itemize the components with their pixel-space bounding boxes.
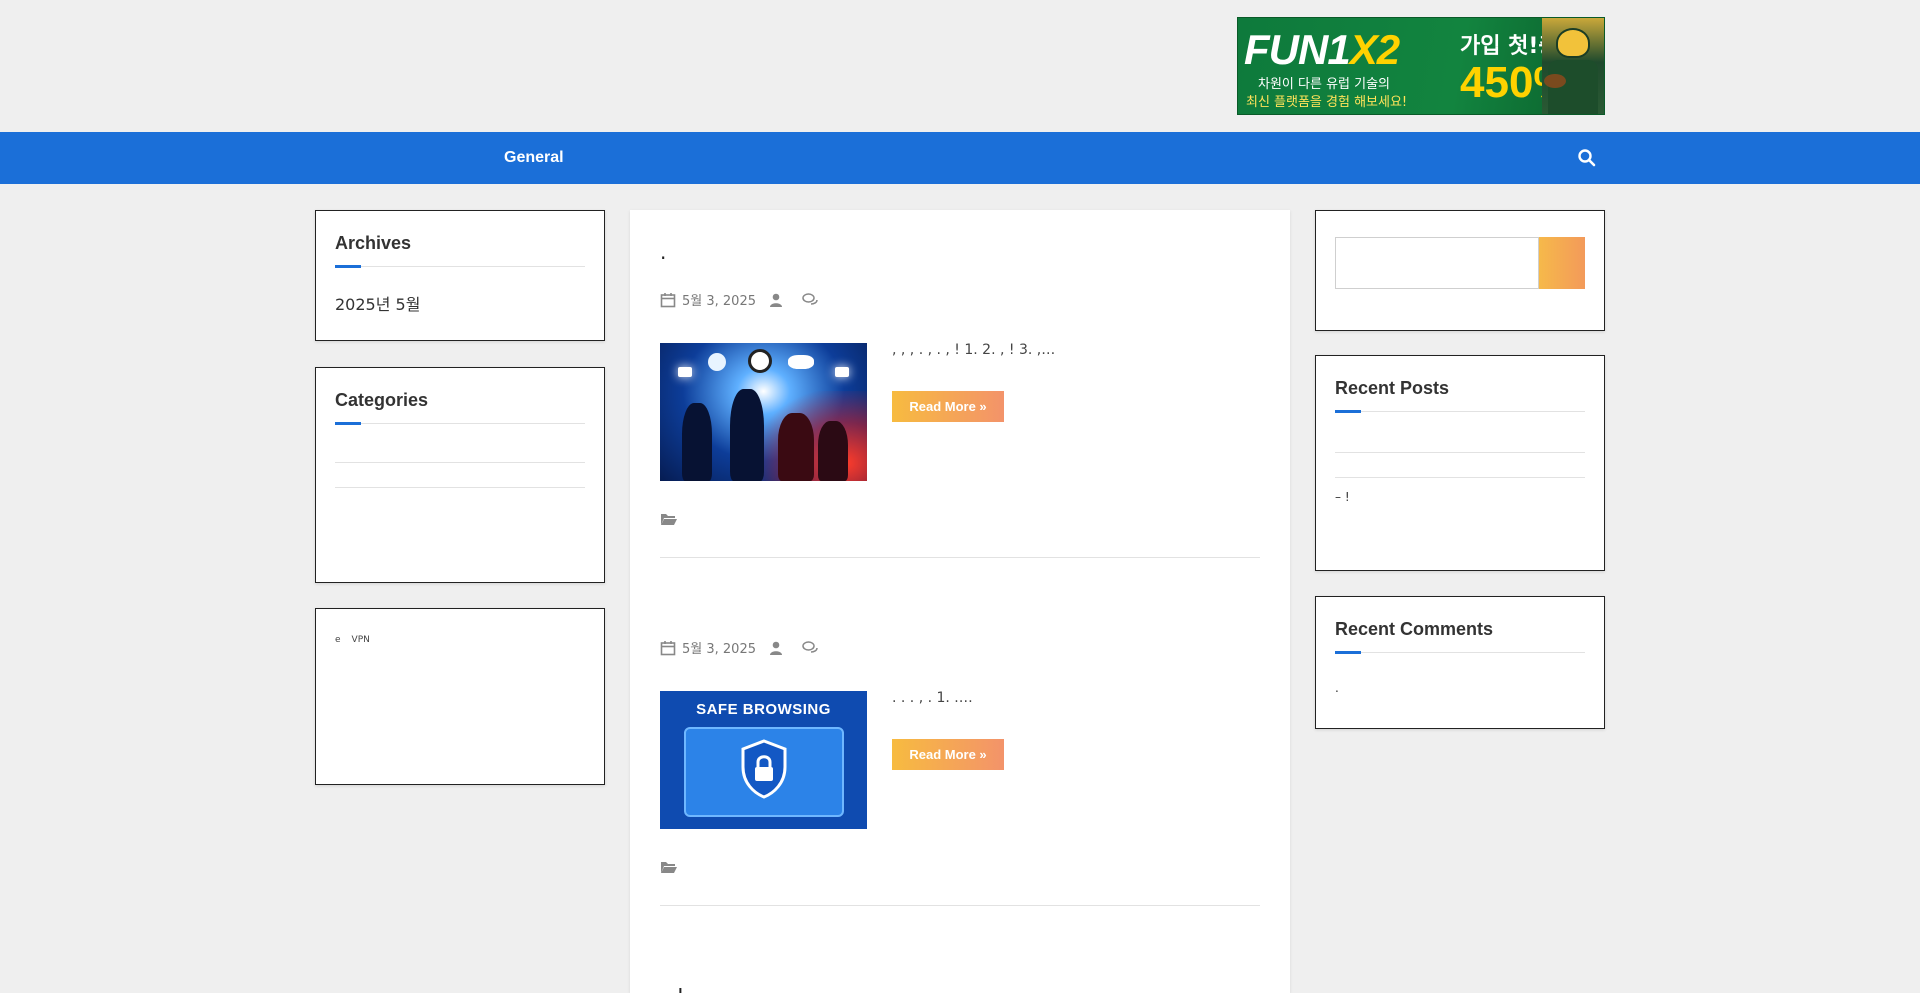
categories-widget: Categories [315, 367, 605, 583]
post-article: 5월 3, 2025 SAFE BROWSING . . . , . 1. .…… [660, 618, 1260, 906]
user-icon [769, 641, 782, 655]
recent-post-link[interactable] [1335, 453, 1585, 478]
player-silhouette [818, 421, 848, 481]
search-button[interactable] [1539, 237, 1585, 289]
banner-brand-suffix: X2 [1349, 26, 1400, 73]
recent-posts-widget: Recent Posts – ! [1315, 355, 1605, 571]
banner-line-1: 차원이 다른 유럽 기술의 [1258, 77, 1390, 92]
category-link[interactable] [335, 463, 585, 488]
banner-brand-prefix: FUN1 [1244, 26, 1351, 73]
post-meta: 5월 3, 2025 [660, 638, 1260, 657]
recent-comments-title: Recent Comments [1335, 619, 1585, 654]
helmet-shape [1556, 28, 1590, 58]
folder-icon [661, 862, 677, 873]
recent-comments-widget: Recent Comments . [1315, 596, 1605, 729]
post-date[interactable]: 5월 3, 2025 [682, 638, 756, 657]
shield-lock-icon [741, 739, 787, 799]
thumbnail-label: SAFE BROWSING [696, 701, 831, 718]
player-silhouette [730, 389, 764, 481]
tag-cloud-widget: e VPN [315, 608, 605, 785]
calendar-icon [660, 292, 676, 307]
post-thumbnail[interactable] [660, 343, 867, 481]
post-excerpt: . . . , . 1. .… [892, 690, 973, 706]
no-comments-text: . [1335, 681, 1339, 695]
post-article: – ! [660, 984, 1260, 993]
search-input[interactable] [1335, 237, 1539, 289]
post-text: , , , . , . , ! 1. 2. , ! 3. ,… Read Mor… [892, 335, 1258, 481]
categories-list [335, 438, 585, 512]
category-link[interactable] [335, 488, 585, 512]
ball-shape [708, 353, 726, 371]
post-title[interactable]: · [660, 246, 1260, 270]
search-widget [1315, 210, 1605, 331]
tag-cloud: e VPN [335, 633, 585, 675]
stadium-light-shape [835, 367, 849, 377]
tag-link[interactable]: VPN [352, 633, 370, 647]
calendar-icon [660, 640, 676, 655]
site-header: FUN1X2 가입 첫!충 450% 차원이 다른 유럽 기술의 최신 플랫폼을… [0, 0, 1920, 132]
post-article: · 5월 3, 2025 , , , . , . , ! 1. 2. , ! 3… [660, 246, 1260, 558]
post-body: SAFE BROWSING . . . , . 1. .… Read More … [660, 683, 1260, 829]
post-category-row [660, 511, 1260, 558]
search-row [1335, 237, 1585, 289]
stadium-light-shape [678, 367, 692, 377]
search-icon[interactable] [1577, 148, 1597, 168]
archives-title: Archives [335, 233, 585, 268]
post-body: , , , . , . , ! 1. 2. , ! 3. ,… Read Mor… [660, 335, 1260, 481]
recent-post-link[interactable] [1335, 428, 1585, 453]
banner-player-image [1542, 18, 1604, 114]
nav-items: General [315, 132, 573, 184]
category-link[interactable] [335, 438, 585, 463]
categories-title: Categories [335, 390, 585, 425]
player-silhouette [778, 413, 814, 481]
post-text: . . . , . 1. .… Read More » [892, 683, 1258, 829]
banner-brand: FUN1X2 [1244, 26, 1400, 74]
main-nav: General [0, 132, 1920, 184]
tag-link[interactable]: e [335, 633, 341, 647]
whistle-shape [788, 355, 814, 369]
recent-post-link[interactable]: – ! [1335, 478, 1585, 516]
folder-icon [661, 514, 677, 525]
post-thumbnail[interactable]: SAFE BROWSING [660, 691, 867, 829]
nav-item-general[interactable]: General [504, 149, 564, 167]
post-excerpt: , , , . , . , ! 1. 2. , ! 3. ,… [892, 342, 1056, 358]
ad-banner[interactable]: FUN1X2 가입 첫!충 450% 차원이 다른 유럽 기술의 최신 플랫폼을… [1237, 17, 1605, 115]
soccer-ball-shape [748, 349, 772, 373]
archive-link[interactable]: 2025년 5월 [335, 291, 585, 315]
archives-widget: Archives 2025년 5월 [315, 210, 605, 341]
post-category-row [660, 859, 1260, 906]
recent-posts-list: – ! [1335, 428, 1585, 516]
player-silhouette [682, 403, 712, 481]
football-shape [1544, 74, 1566, 88]
comments-icon [802, 640, 818, 653]
user-icon [769, 293, 782, 307]
recent-posts-title: Recent Posts [1335, 378, 1585, 413]
banner-line-2: 최신 플랫폼을 경험 해보세요! [1246, 95, 1408, 110]
comments-icon [802, 292, 818, 305]
post-date[interactable]: 5월 3, 2025 [682, 290, 756, 309]
post-title[interactable]: – ! [660, 984, 1260, 993]
read-more-button[interactable]: Read More » [892, 391, 1004, 422]
read-more-button[interactable]: Read More » [892, 739, 1004, 770]
post-meta: 5월 3, 2025 [660, 290, 1260, 309]
main-content: · 5월 3, 2025 , , , . , . , ! 1. 2. , ! 3… [630, 210, 1290, 993]
